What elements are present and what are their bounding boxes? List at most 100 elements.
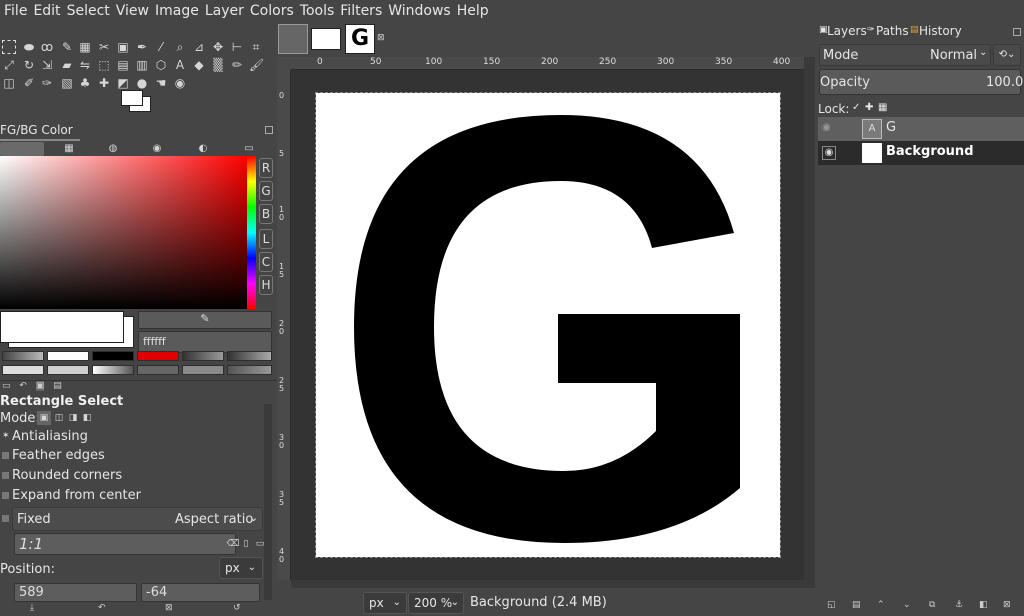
channel-l-button[interactable]: L: [259, 229, 273, 249]
lower-layer-icon[interactable]: ⌄: [903, 600, 911, 610]
mode-add-icon[interactable]: ◫: [52, 411, 66, 425]
paths-tool-icon[interactable]: ✒: [135, 40, 149, 54]
zoom-select[interactable]: 200 % ⌄: [408, 592, 464, 614]
unified-transform-tool-icon[interactable]: ⤢: [2, 58, 16, 72]
foreground-color-swatch[interactable]: [121, 90, 143, 106]
cage-tool-icon[interactable]: ⬡: [154, 58, 168, 72]
move-tool-icon[interactable]: ✥: [211, 40, 225, 54]
hue-strip[interactable]: [247, 156, 256, 309]
heal-tool-icon[interactable]: ✚: [97, 76, 111, 90]
lock-alpha-icon[interactable]: ▦: [878, 102, 887, 113]
palette-swatch[interactable]: [227, 365, 272, 375]
aspect-ratio-input[interactable]: 1:1: [14, 533, 236, 555]
free-select-tool-icon[interactable]: ꝏ: [40, 40, 54, 54]
cmyk-tab-icon[interactable]: ▦: [62, 142, 76, 156]
paintbrush-tool-icon[interactable]: 🖌: [249, 58, 264, 72]
raise-layer-icon[interactable]: ⌃: [877, 600, 885, 610]
mask-layer-icon[interactable]: ◧: [979, 600, 988, 610]
scale-tool-icon[interactable]: ⇲: [40, 58, 54, 72]
status-unit-select[interactable]: px ⌄: [363, 592, 407, 614]
bucket-fill-tool-icon[interactable]: ◆: [192, 58, 206, 72]
opacity-slider[interactable]: Opacity 100.0: [819, 69, 1023, 95]
mode-replace-icon[interactable]: ▣: [37, 411, 51, 425]
menu-tools[interactable]: Tools: [300, 3, 335, 19]
mode-subtract-icon[interactable]: ◨: [66, 411, 80, 425]
palette-swatch[interactable]: [227, 351, 272, 361]
palette-swatch[interactable]: [137, 351, 179, 361]
triangle-tab-icon[interactable]: ◍: [106, 142, 120, 156]
new-group-icon[interactable]: ▤: [852, 600, 861, 610]
rotate-tool-icon[interactable]: ↻: [22, 58, 36, 72]
ink-tool-icon[interactable]: ✑: [40, 76, 54, 90]
palette-swatch[interactable]: [47, 351, 89, 361]
layer-mode-select[interactable]: Mode Normal ⌄: [819, 44, 991, 66]
menu-help[interactable]: Help: [457, 3, 489, 19]
menu-colors[interactable]: Colors: [250, 3, 294, 19]
image-tab-thumbnail[interactable]: [311, 28, 341, 50]
close-tab-icon[interactable]: ⊠: [377, 33, 385, 43]
clear-icon[interactable]: ⌫: [226, 537, 240, 551]
save-options-icon[interactable]: ⤓: [30, 603, 34, 613]
tab-layers[interactable]: Layers: [827, 24, 867, 38]
ellipse-select-tool-icon[interactable]: ⬬: [22, 40, 36, 54]
tool-options-scrollbar[interactable]: [264, 404, 272, 600]
airbrush-tool-icon[interactable]: ✐: [22, 76, 36, 90]
gradient-tool-icon[interactable]: ▒: [211, 58, 225, 72]
feather-checkbox[interactable]: [2, 452, 9, 459]
rounded-corners-checkbox[interactable]: [2, 472, 9, 479]
eraser-tool-icon[interactable]: ◫: [2, 76, 16, 90]
tab-fgbg-color[interactable]: FG/BG Color: [0, 123, 80, 141]
lock-position-icon[interactable]: ✚: [865, 102, 873, 113]
crop-tool-icon[interactable]: ⌗: [249, 40, 263, 54]
anchor-layer-icon[interactable]: ⚓: [955, 600, 963, 610]
visibility-eye-icon[interactable]: ◉: [822, 122, 831, 133]
palette-swatch[interactable]: [137, 365, 179, 375]
lock-pixels-icon[interactable]: ✓: [852, 102, 860, 113]
tab-paths[interactable]: Paths: [876, 24, 909, 38]
color-gradient-picker[interactable]: [0, 156, 247, 309]
blur-tool-icon[interactable]: ●: [135, 76, 149, 90]
palette-tab-icon[interactable]: ▭: [242, 142, 256, 156]
new-layer-icon[interactable]: ◱: [827, 600, 836, 610]
horizontal-ruler[interactable]: 0 50 100 150 200 250 300 350 400: [291, 57, 804, 70]
menu-filters[interactable]: Filters: [340, 3, 382, 19]
foreground-select-tool-icon[interactable]: ▣: [116, 40, 130, 54]
images-tab-icon[interactable]: ▤: [53, 381, 62, 391]
antialiasing-checkbox[interactable]: ✶: [2, 432, 10, 441]
channel-c-button[interactable]: C: [259, 252, 273, 272]
layer-row-g[interactable]: ◉ A G: [818, 117, 1024, 141]
tool-options-tab-icon[interactable]: ▣: [35, 381, 45, 391]
image-tab-g[interactable]: G: [345, 24, 375, 54]
pencil-tool-icon[interactable]: ✏: [230, 58, 244, 72]
image-tab-thumbnail[interactable]: [278, 24, 308, 54]
palette-swatch[interactable]: [182, 365, 224, 375]
fixed-checkbox[interactable]: [2, 515, 9, 522]
menu-layer[interactable]: Layer: [205, 3, 244, 19]
menu-file[interactable]: File: [4, 3, 27, 19]
hex-input[interactable]: ffffff: [138, 331, 272, 353]
wheel-tab-icon[interactable]: ◉: [150, 142, 164, 156]
delete-options-icon[interactable]: ⊠: [165, 603, 173, 613]
panel-menu-icon[interactable]: [265, 126, 273, 134]
vertical-scrollbar[interactable]: [804, 57, 815, 588]
portrait-icon[interactable]: ▯: [239, 537, 253, 551]
position-unit-select[interactable]: px ⌄: [219, 557, 263, 579]
scissors-tool-icon[interactable]: ✂: [97, 40, 111, 54]
menu-edit[interactable]: Edit: [33, 3, 60, 19]
tab-history[interactable]: History: [919, 24, 962, 38]
image-canvas[interactable]: [315, 92, 781, 558]
palette-swatch[interactable]: [182, 351, 224, 361]
color-picker-tool-icon[interactable]: ⁄: [154, 40, 168, 54]
zoom-tool-icon[interactable]: ⌕: [173, 40, 187, 54]
channel-g-button[interactable]: G: [259, 181, 273, 201]
channel-h-button[interactable]: H: [259, 275, 273, 295]
palette-swatch[interactable]: [47, 365, 89, 375]
color-select-tool-icon[interactable]: ▦: [78, 40, 92, 54]
layer-list[interactable]: ◉ A G ◉ Background: [818, 117, 1024, 600]
align-tool-icon[interactable]: ⊢: [230, 40, 244, 54]
fg-preview-swatch[interactable]: [0, 311, 124, 343]
rect-select-tool-icon[interactable]: [2, 40, 16, 54]
vertical-ruler[interactable]: 0 5 1 0 1 5 2 0 2 5 3 0 3 5 4 0: [277, 70, 291, 580]
channel-r-button[interactable]: R: [259, 158, 273, 178]
aspect-ratio-dropdown[interactable]: Aspect ratio: [175, 512, 253, 527]
